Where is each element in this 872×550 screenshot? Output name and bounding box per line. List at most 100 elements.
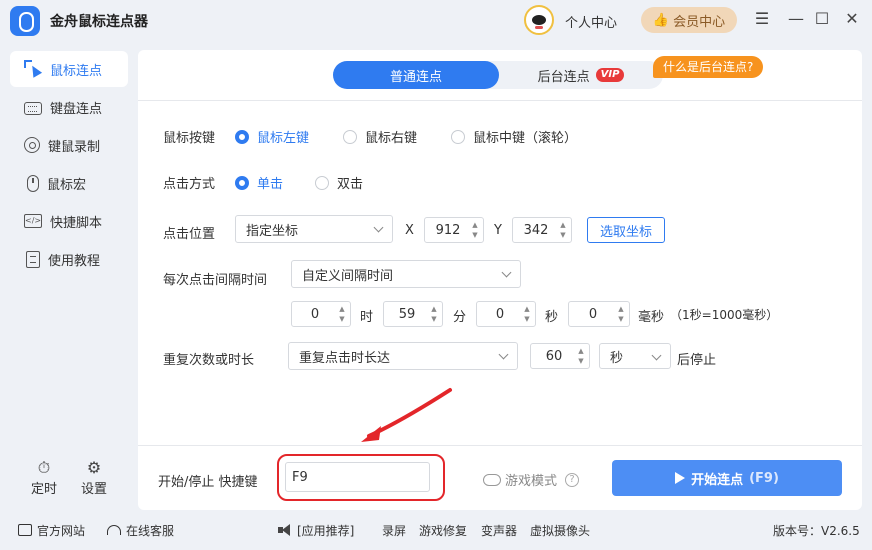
repeat-unit-select[interactable]: 秒	[599, 343, 671, 369]
sidebar-item-label: 鼠标宏	[47, 177, 87, 193]
member-center-button[interactable]: 👍 会员中心	[641, 7, 737, 33]
sidebar-item-keyboard-click[interactable]: 键盘连点	[10, 89, 128, 125]
radio-dot	[451, 129, 465, 144]
sidebar-item-tutorial[interactable]: 使用教程	[10, 241, 128, 277]
official-site-link[interactable]: 官方网站	[18, 522, 85, 539]
interval-mode-select[interactable]: 自定义间隔时间	[291, 260, 521, 288]
milliseconds-input[interactable]: 0 ▲ ▼	[568, 301, 630, 327]
chevron-up-icon[interactable]: ▲	[577, 347, 585, 355]
timer-button[interactable]: ⏱ 定时	[24, 458, 64, 497]
official-site-label: 官方网站	[37, 523, 86, 538]
radio-middle-button[interactable]: 鼠标中键（滚轮）	[451, 127, 577, 146]
chevron-down-icon[interactable]: ▼	[471, 231, 479, 239]
radio-single-click[interactable]: 单击	[235, 173, 283, 192]
version-label: 版本号：V2.6.5	[773, 523, 860, 538]
megaphone-icon	[278, 524, 292, 536]
minimize-icon[interactable]: —	[786, 9, 806, 29]
app-logo-icon	[10, 6, 40, 36]
footer-link-virtual-camera[interactable]: 虚拟摄像头	[530, 522, 590, 539]
member-center-label: 会员中心	[673, 14, 726, 30]
chevron-up-icon[interactable]: ▲	[430, 305, 438, 313]
radio-double-click[interactable]: 双击	[315, 173, 363, 192]
radio-label: 双击	[337, 177, 364, 192]
minutes-input[interactable]: 59 ▲ ▼	[383, 301, 443, 327]
radio-label: 鼠标右键	[365, 131, 418, 146]
chevron-down-icon[interactable]: ▼	[338, 315, 346, 323]
sidebar-item-mouse-macro[interactable]: 鼠标宏	[10, 165, 128, 201]
chevron-up-icon[interactable]: ▲	[617, 305, 625, 313]
maximize-icon[interactable]: ☐	[812, 9, 832, 29]
y-label: Y	[494, 223, 502, 238]
interval-note: （1秒=1000毫秒）	[670, 308, 779, 322]
hours-unit: 时	[360, 310, 374, 325]
footer-link-voice-changer[interactable]: 变声器	[481, 522, 517, 539]
radio-left-button[interactable]: 鼠标左键	[235, 127, 309, 146]
sidebar-item-quick-script[interactable]: </> 快捷脚本	[10, 203, 128, 239]
background-help-bubble[interactable]: 什么是后台连点?	[653, 56, 764, 78]
chevron-up-icon[interactable]: ▲	[338, 305, 346, 313]
x-coordinate-input[interactable]: 912 ▲ ▼	[424, 217, 484, 243]
close-icon[interactable]: ✕	[842, 9, 862, 29]
chevron-down-icon[interactable]: ▼	[523, 315, 531, 323]
radio-right-button[interactable]: 鼠标右键	[343, 127, 417, 146]
hotkey-input[interactable]	[285, 462, 430, 492]
chevron-up-icon[interactable]: ▲	[523, 305, 531, 313]
app-recommend-label: [应用推荐]	[297, 523, 355, 538]
repeat-value-input[interactable]: 60 ▲ ▼	[530, 343, 590, 369]
sidebar-item-label: 快捷脚本	[50, 215, 103, 231]
hours-input[interactable]: 0 ▲ ▼	[291, 301, 351, 327]
chevron-down-icon[interactable]: ▼	[577, 357, 585, 365]
panda-avatar-icon[interactable]	[524, 5, 554, 35]
milliseconds-unit: 毫秒	[638, 310, 665, 325]
radio-dot	[235, 129, 249, 144]
chevron-down-icon[interactable]: ▼	[430, 315, 438, 323]
position-mode-select[interactable]: 指定坐标	[235, 215, 393, 243]
mouse-button-label: 鼠标按键	[163, 131, 216, 146]
chevron-down-icon[interactable]: ▼	[617, 315, 625, 323]
mouse-icon	[27, 174, 39, 192]
footer-link-game-repair[interactable]: 游戏修复	[419, 522, 467, 539]
settings-button[interactable]: ⚙ 设置	[74, 458, 114, 497]
cursor-click-icon	[24, 60, 42, 78]
play-icon	[675, 472, 686, 484]
start-button-label: 开始连点	[691, 472, 744, 488]
sidebar-item-mouse-click[interactable]: 鼠标连点	[10, 51, 128, 87]
hotkey-label: 开始/停止 快捷键	[158, 475, 258, 490]
radio-label: 单击	[257, 177, 284, 192]
radio-label: 鼠标中键（滚轮）	[473, 131, 578, 146]
gamepad-icon	[483, 473, 501, 486]
sidebar-item-label: 使用教程	[48, 253, 101, 269]
chevron-down-icon	[498, 349, 509, 360]
radio-label: 鼠标左键	[257, 131, 310, 146]
tab-background-click[interactable]: 后台连点 VIP	[499, 61, 663, 89]
menu-icon[interactable]: ☰	[752, 9, 772, 29]
radio-dot	[235, 175, 249, 190]
divider	[138, 445, 862, 446]
mode-tabs: 普通连点 后台连点 VIP	[333, 61, 663, 89]
sidebar: 鼠标连点 键盘连点 键鼠录制 鼠标宏 </> 快捷脚本 使用教程 ⏱ 定时 ⚙ …	[0, 40, 138, 510]
y-coordinate-input[interactable]: 342 ▲ ▼	[512, 217, 572, 243]
pick-coordinate-button[interactable]: 选取坐标	[587, 217, 665, 243]
headset-icon	[107, 525, 121, 535]
help-icon[interactable]: ?	[565, 472, 580, 487]
footer-link-screen-record[interactable]: 录屏	[382, 522, 406, 539]
chevron-up-icon[interactable]: ▲	[471, 221, 479, 229]
main-panel: 普通连点 后台连点 VIP 什么是后台连点? 鼠标按键 鼠标左键 鼠标右键 鼠标…	[138, 50, 862, 510]
spin-value: 0	[495, 306, 505, 322]
select-value: 秒	[610, 350, 624, 366]
start-click-button[interactable]: 开始连点 (F9)	[612, 460, 842, 496]
chevron-up-icon[interactable]: ▲	[559, 221, 567, 229]
sidebar-item-record[interactable]: 键鼠录制	[10, 127, 128, 163]
spin-value: 342	[523, 222, 549, 238]
tab-normal-click[interactable]: 普通连点	[333, 61, 499, 89]
game-mode-toggle[interactable]: 游戏模式 ?	[483, 470, 580, 489]
personal-center-link[interactable]: 个人中心	[565, 12, 617, 31]
spin-value: 59	[398, 306, 416, 322]
keyboard-icon	[24, 101, 42, 115]
select-value: 自定义间隔时间	[302, 268, 394, 284]
document-icon	[26, 250, 40, 268]
online-service-link[interactable]: 在线客服	[107, 522, 174, 539]
seconds-input[interactable]: 0 ▲ ▼	[476, 301, 536, 327]
repeat-mode-select[interactable]: 重复点击时长达	[288, 342, 518, 370]
chevron-down-icon[interactable]: ▼	[559, 231, 567, 239]
